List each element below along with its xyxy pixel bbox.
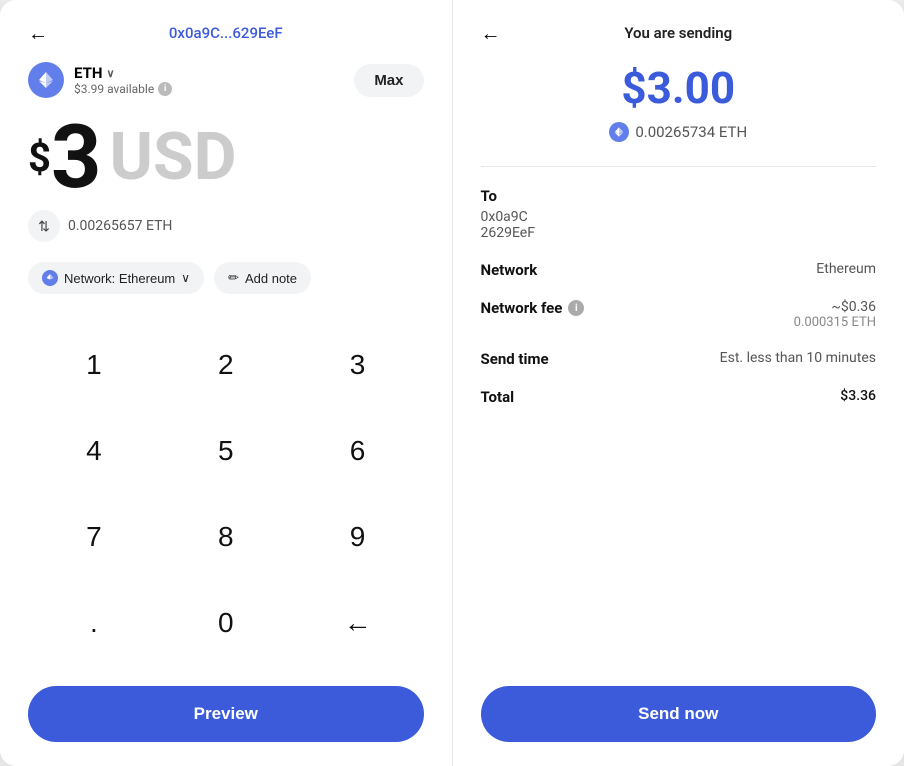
right-header: ← You are sending — [481, 24, 877, 42]
left-header: ← 0x0a9C...629EeF — [28, 24, 424, 42]
preview-button[interactable]: Preview — [28, 686, 424, 742]
sending-usd-amount: $3.00 — [481, 62, 877, 114]
numpad-key-6[interactable]: 6 — [292, 408, 424, 494]
token-dropdown-icon: ∨ — [106, 67, 114, 80]
right-screen: ← You are sending $3.00 0.00265734 ETH T… — [453, 0, 904, 766]
add-note-label: Add note — [245, 271, 297, 286]
dollar-sign: $ — [28, 138, 51, 178]
send-time-value: Est. less than 10 minutes — [720, 350, 876, 366]
amount-number: 3 — [51, 114, 102, 202]
numpad-key-8[interactable]: 8 — [160, 494, 292, 580]
token-details: ETH ∨ $3.99 available i — [74, 64, 172, 96]
send-time-value-group: Est. less than 10 minutes — [720, 350, 876, 366]
fee-usd-value: ~$0.36 — [794, 299, 876, 315]
network-label: Network: Ethereum — [64, 271, 175, 286]
screens-container: ← 0x0a9C...629EeF ETH ∨ — [0, 0, 904, 766]
numpad: 123 456 789.0← — [28, 322, 424, 666]
options-row: Network: Ethereum ∨ ✏ Add note — [28, 262, 424, 294]
numpad-key-2[interactable]: 2 — [160, 322, 292, 408]
network-chevron-icon: ∨ — [181, 271, 190, 285]
network-selector-button[interactable]: Network: Ethereum ∨ — [28, 262, 204, 294]
numpad-key-4[interactable]: 4 — [28, 408, 160, 494]
network-eth-icon — [42, 270, 58, 286]
token-balance-row: $3.99 available i — [74, 82, 172, 96]
fee-eth-value: 0.000315 ETH — [794, 315, 876, 330]
pencil-icon: ✏ — [228, 270, 239, 286]
total-value: $3.36 — [840, 388, 876, 404]
fee-value-group: ~$0.36 0.000315 ETH — [794, 299, 876, 330]
sending-eth-amount: 0.00265734 ETH — [635, 123, 747, 141]
sending-amount-section: $3.00 — [481, 62, 877, 114]
fee-row: Network fee i ~$0.36 0.000315 ETH — [481, 299, 877, 330]
to-address-line1: 0x0a9C — [481, 209, 877, 225]
network-detail-label: Network — [481, 261, 538, 279]
total-row: Total $3.36 — [481, 388, 877, 406]
fee-label-group: Network fee i — [481, 299, 585, 317]
token-info: ETH ∨ $3.99 available i — [28, 62, 172, 98]
send-time-label: Send time — [481, 350, 549, 368]
send-now-button[interactable]: Send now — [481, 686, 877, 742]
add-note-button[interactable]: ✏ Add note — [214, 262, 311, 294]
sending-eth-icon — [609, 122, 629, 142]
token-balance-text: $3.99 available — [74, 82, 154, 96]
amount-display: $ 3 USD — [28, 114, 424, 202]
numpad-key-9[interactable]: 9 — [292, 494, 424, 580]
swap-currency-button[interactable]: ⇅ — [28, 210, 60, 242]
left-back-button[interactable]: ← — [28, 21, 48, 46]
send-time-row: Send time Est. less than 10 minutes — [481, 350, 877, 368]
sending-eth-row: 0.00265734 ETH — [481, 122, 877, 142]
token-name-row[interactable]: ETH ∨ — [74, 64, 172, 82]
balance-info-icon: i — [158, 82, 172, 96]
numpad-key-0[interactable]: 0 — [160, 580, 292, 666]
amount-currency: USD — [109, 125, 236, 191]
max-button[interactable]: Max — [354, 64, 423, 97]
numpad-key-7[interactable]: 7 — [28, 494, 160, 580]
numpad-key-backspace[interactable]: ← — [292, 580, 424, 666]
right-back-button[interactable]: ← — [481, 21, 501, 46]
recipient-address: 0x0a9C...629EeF — [169, 24, 283, 42]
fee-info-icon[interactable]: i — [568, 300, 584, 316]
eth-equivalent-text: 0.00265657 ETH — [68, 218, 172, 234]
divider — [481, 166, 877, 167]
token-symbol: ETH — [74, 64, 102, 82]
numpad-key-5[interactable]: 5 — [160, 408, 292, 494]
network-detail-value: Ethereum — [816, 261, 876, 277]
to-label: To — [481, 187, 877, 205]
total-value-group: $3.36 — [840, 388, 876, 404]
confirmation-title: You are sending — [624, 24, 732, 42]
total-label: Total — [481, 388, 515, 406]
token-row: ETH ∨ $3.99 available i Max — [28, 62, 424, 98]
eth-logo-icon — [28, 62, 64, 98]
to-address-line2: 2629EeF — [481, 225, 877, 241]
network-value: Ethereum — [816, 261, 876, 277]
network-row: Network Ethereum — [481, 261, 877, 279]
numpad-key-decimal[interactable]: . — [28, 580, 160, 666]
numpad-key-1[interactable]: 1 — [28, 322, 160, 408]
numpad-key-3[interactable]: 3 — [292, 322, 424, 408]
left-screen: ← 0x0a9C...629EeF ETH ∨ — [0, 0, 453, 766]
fee-label: Network fee — [481, 299, 563, 317]
eth-equivalent-row: ⇅ 0.00265657 ETH — [28, 210, 424, 242]
to-row: To 0x0a9C 2629EeF — [481, 187, 877, 241]
